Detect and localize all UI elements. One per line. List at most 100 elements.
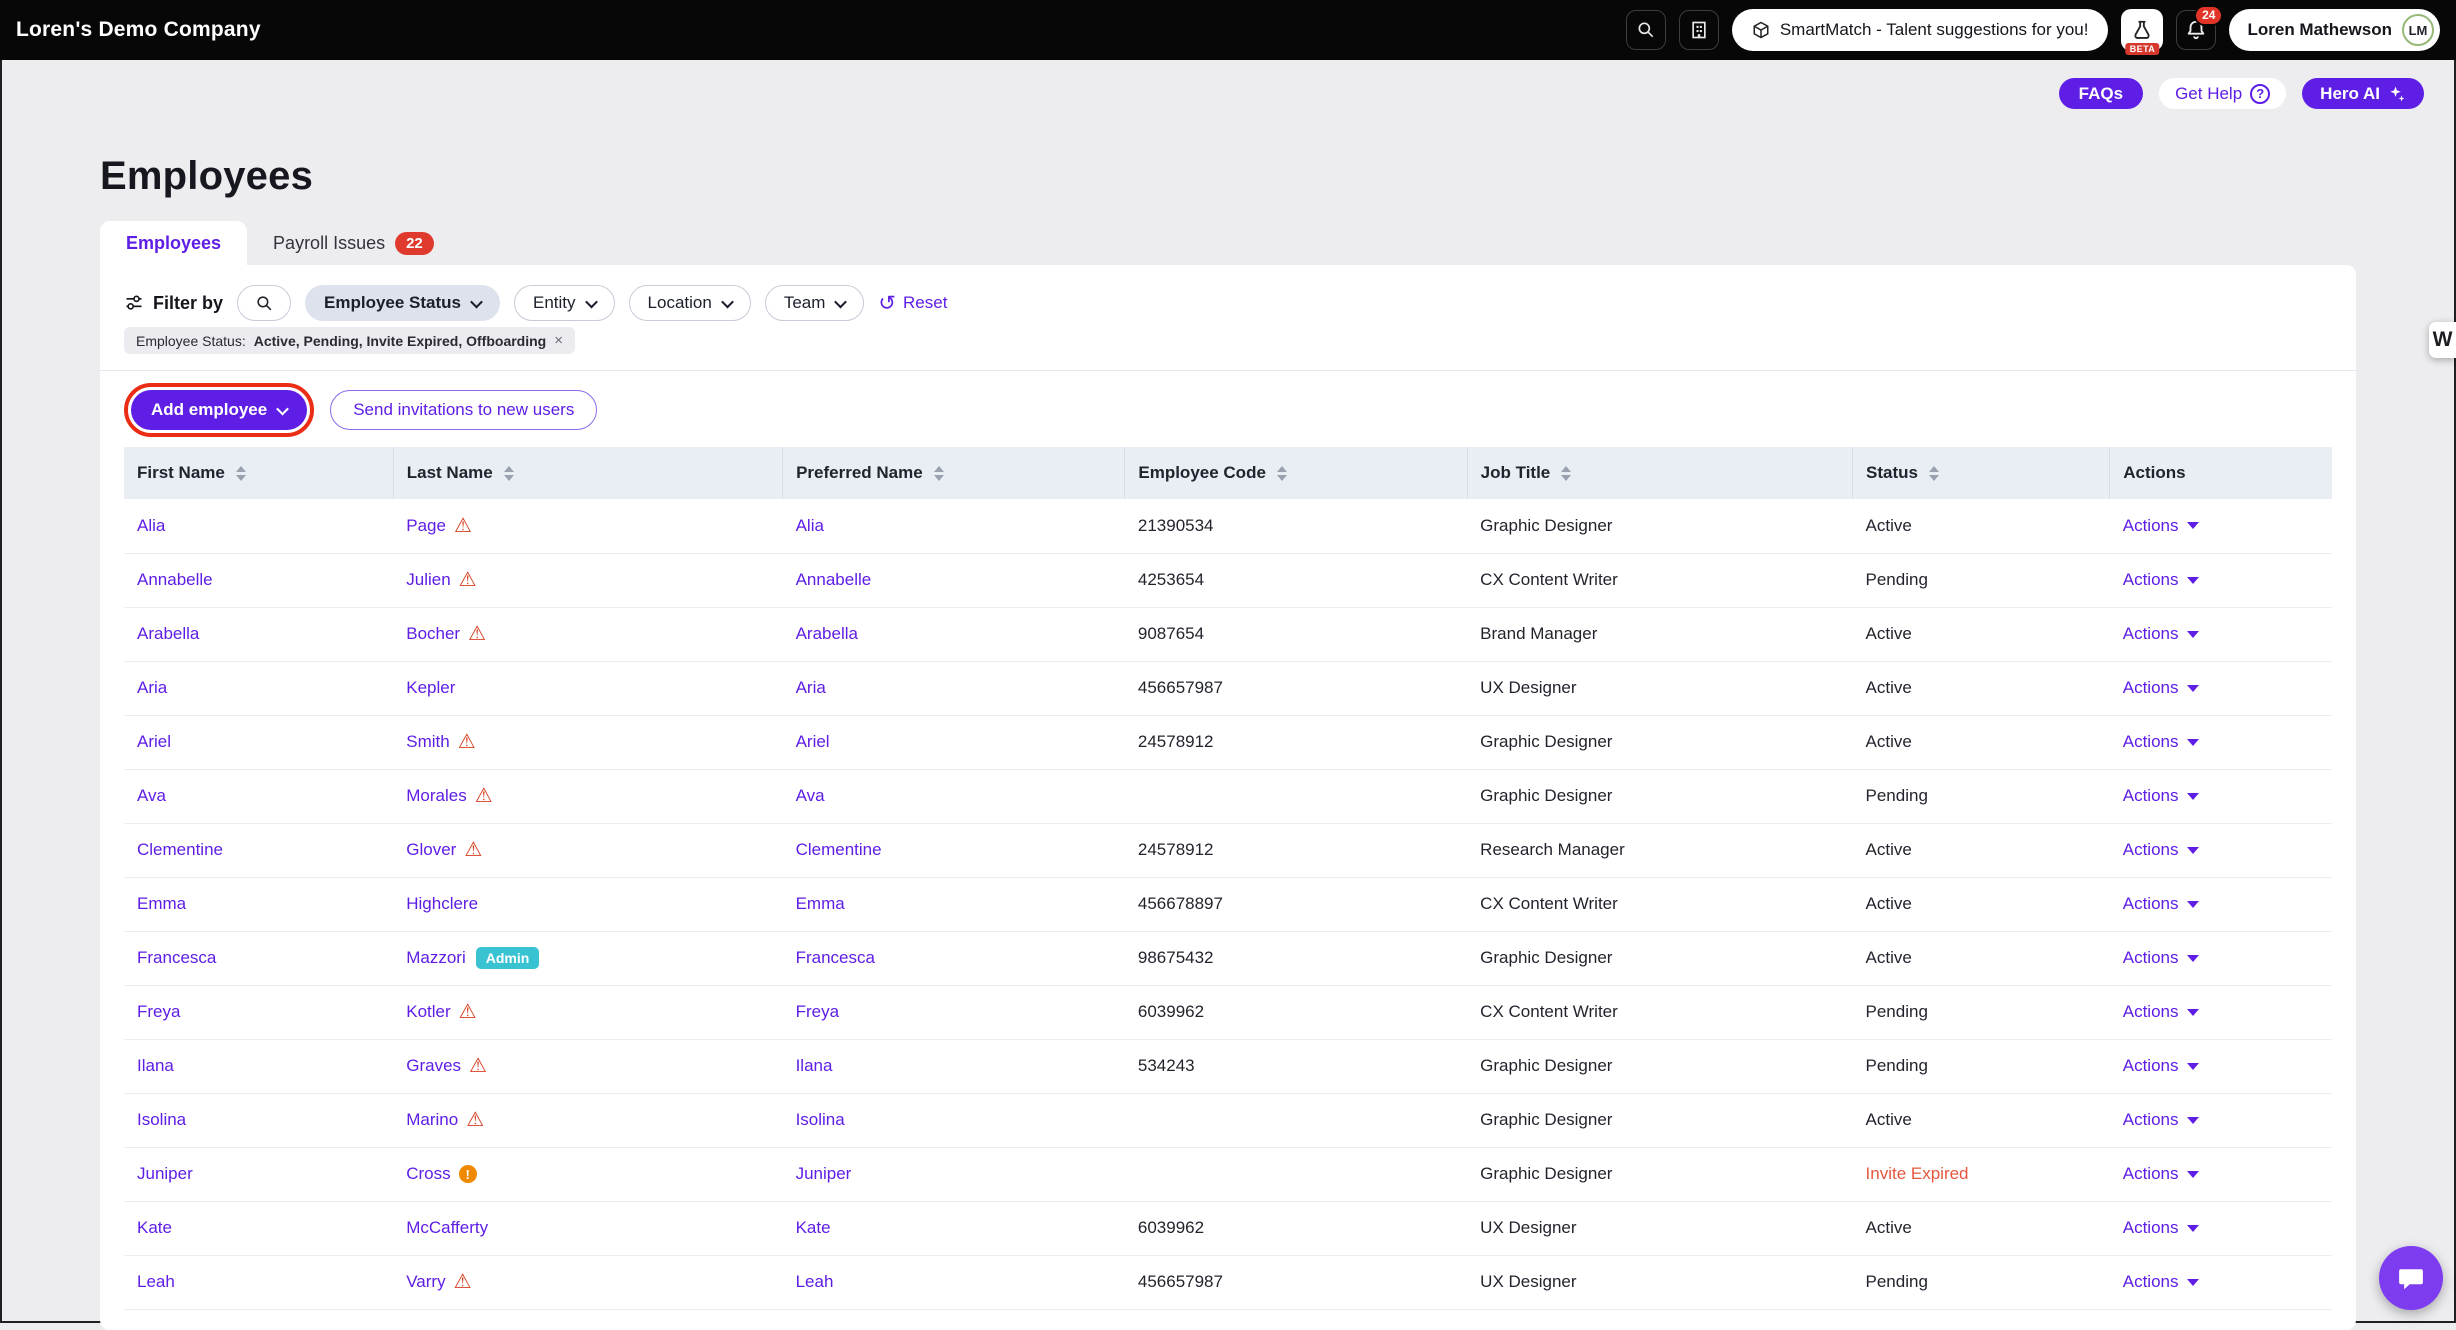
last-name-link[interactable]: Morales bbox=[406, 786, 466, 806]
first-name-link[interactable]: Clementine bbox=[137, 840, 223, 859]
row-actions-button[interactable]: Actions bbox=[2123, 786, 2200, 806]
chat-widget-button[interactable] bbox=[2379, 1246, 2443, 1310]
global-search-button[interactable] bbox=[1626, 10, 1666, 50]
last-name-link[interactable]: McCafferty bbox=[406, 1218, 488, 1238]
smartmatch-button[interactable]: SmartMatch - Talent suggestions for you! bbox=[1732, 9, 2109, 51]
first-name-link[interactable]: Ilana bbox=[137, 1056, 174, 1075]
first-name-link[interactable]: Emma bbox=[137, 894, 186, 913]
preferred-name-link[interactable]: Kate bbox=[796, 1218, 831, 1237]
job-title-cell: Graphic Designer bbox=[1467, 1039, 1852, 1093]
first-name-link[interactable]: Francesca bbox=[137, 948, 216, 967]
first-name-link[interactable]: Ava bbox=[137, 786, 166, 805]
preferred-name-link[interactable]: Ariel bbox=[796, 732, 830, 751]
add-employee-button[interactable]: Add employee bbox=[131, 390, 307, 430]
first-name-link[interactable]: Isolina bbox=[137, 1110, 186, 1129]
preferred-name-link[interactable]: Leah bbox=[796, 1272, 834, 1291]
preferred-name-link[interactable]: Emma bbox=[796, 894, 845, 913]
whats-new-tab[interactable]: W bbox=[2429, 322, 2456, 358]
row-actions-button[interactable]: Actions bbox=[2123, 678, 2200, 698]
preferred-name-link[interactable]: Alia bbox=[796, 516, 824, 535]
sort-icon[interactable] bbox=[1561, 466, 1571, 481]
last-name-link[interactable]: Julien bbox=[406, 570, 450, 590]
first-name-link[interactable]: Alia bbox=[137, 516, 165, 535]
tab-payroll-issues[interactable]: Payroll Issues 22 bbox=[247, 221, 460, 265]
last-name-link[interactable]: Marino bbox=[406, 1110, 458, 1130]
last-name-link[interactable]: Kepler bbox=[406, 678, 455, 698]
last-name-link[interactable]: Cross bbox=[406, 1164, 450, 1184]
row-actions-button[interactable]: Actions bbox=[2123, 894, 2200, 914]
row-actions-button[interactable]: Actions bbox=[2123, 948, 2200, 968]
row-actions-button[interactable]: Actions bbox=[2123, 1110, 2200, 1130]
last-name-link[interactable]: Page bbox=[406, 516, 446, 536]
get-help-button[interactable]: Get Help ? bbox=[2159, 78, 2286, 109]
beta-lab-button[interactable]: BETA bbox=[2121, 9, 2163, 51]
reset-filters-button[interactable]: ↺ Reset bbox=[878, 293, 947, 314]
row-actions-button[interactable]: Actions bbox=[2123, 516, 2200, 536]
chevron-down-icon bbox=[835, 295, 848, 308]
column-header[interactable]: Employee Code bbox=[1125, 447, 1467, 499]
column-header[interactable]: Status bbox=[1853, 447, 2110, 499]
first-name-link[interactable]: Arabella bbox=[137, 624, 199, 643]
faqs-button[interactable]: FAQs bbox=[2059, 78, 2143, 109]
row-actions-button[interactable]: Actions bbox=[2123, 840, 2200, 860]
column-header[interactable]: Last Name bbox=[393, 447, 782, 499]
preferred-name-link[interactable]: Aria bbox=[796, 678, 826, 697]
search-icon bbox=[255, 294, 274, 313]
tab-employees[interactable]: Employees bbox=[100, 221, 247, 265]
status-cell: Active bbox=[1853, 877, 2110, 931]
preferred-name-link[interactable]: Ava bbox=[796, 786, 825, 805]
last-name-link[interactable]: Glover bbox=[406, 840, 456, 860]
send-invitations-button[interactable]: Send invitations to new users bbox=[330, 390, 597, 430]
sort-icon[interactable] bbox=[1277, 466, 1287, 481]
employee-code-cell: 9087654 bbox=[1125, 607, 1467, 661]
row-actions-button[interactable]: Actions bbox=[2123, 732, 2200, 752]
preferred-name-link[interactable]: Francesca bbox=[796, 948, 875, 967]
first-name-link[interactable]: Kate bbox=[137, 1218, 172, 1237]
hero-ai-button[interactable]: Hero AI bbox=[2302, 78, 2424, 109]
row-actions-button[interactable]: Actions bbox=[2123, 624, 2200, 644]
filter-location[interactable]: Location bbox=[629, 285, 751, 321]
organisation-button[interactable] bbox=[1679, 10, 1719, 50]
preferred-name-link[interactable]: Ilana bbox=[796, 1056, 833, 1075]
preferred-name-link[interactable]: Juniper bbox=[796, 1164, 852, 1183]
first-name-link[interactable]: Ariel bbox=[137, 732, 171, 751]
sort-icon[interactable] bbox=[934, 466, 944, 481]
last-name-link[interactable]: Graves bbox=[406, 1056, 461, 1076]
filter-entity[interactable]: Entity bbox=[514, 285, 615, 321]
filter-search-button[interactable] bbox=[237, 285, 291, 321]
row-actions-button[interactable]: Actions bbox=[2123, 1056, 2200, 1076]
first-name-link[interactable]: Aria bbox=[137, 678, 167, 697]
last-name-link[interactable]: Varry bbox=[406, 1272, 445, 1292]
sort-icon[interactable] bbox=[504, 466, 514, 481]
column-header[interactable]: First Name bbox=[124, 447, 393, 499]
close-icon[interactable]: × bbox=[554, 332, 563, 349]
sort-icon[interactable] bbox=[236, 466, 246, 481]
column-header[interactable]: Job Title bbox=[1467, 447, 1852, 499]
first-name-link[interactable]: Leah bbox=[137, 1272, 175, 1291]
preferred-name-link[interactable]: Arabella bbox=[796, 624, 858, 643]
last-name-link[interactable]: Highclere bbox=[406, 894, 478, 914]
filter-employee-status[interactable]: Employee Status bbox=[305, 285, 500, 321]
preferred-name-link[interactable]: Freya bbox=[796, 1002, 839, 1021]
row-actions-button[interactable]: Actions bbox=[2123, 1164, 2200, 1184]
row-actions-button[interactable]: Actions bbox=[2123, 1002, 2200, 1022]
last-name-link[interactable]: Smith bbox=[406, 732, 449, 752]
job-title-cell: UX Designer bbox=[1467, 1201, 1852, 1255]
first-name-link[interactable]: Freya bbox=[137, 1002, 180, 1021]
last-name-link[interactable]: Kotler bbox=[406, 1002, 450, 1022]
column-header[interactable]: Preferred Name bbox=[783, 447, 1125, 499]
sort-icon[interactable] bbox=[1929, 466, 1939, 481]
first-name-link[interactable]: Annabelle bbox=[137, 570, 213, 589]
last-name-link[interactable]: Bocher bbox=[406, 624, 460, 644]
filter-team[interactable]: Team bbox=[765, 285, 865, 321]
preferred-name-link[interactable]: Annabelle bbox=[796, 570, 872, 589]
preferred-name-link[interactable]: Isolina bbox=[796, 1110, 845, 1129]
notifications-button[interactable]: 24 bbox=[2176, 10, 2216, 50]
first-name-link[interactable]: Juniper bbox=[137, 1164, 193, 1183]
preferred-name-link[interactable]: Clementine bbox=[796, 840, 882, 859]
row-actions-button[interactable]: Actions bbox=[2123, 1218, 2200, 1238]
user-menu[interactable]: Loren Mathewson LM bbox=[2229, 9, 2440, 51]
last-name-link[interactable]: Mazzori bbox=[406, 948, 466, 968]
row-actions-button[interactable]: Actions bbox=[2123, 1272, 2200, 1292]
row-actions-button[interactable]: Actions bbox=[2123, 570, 2200, 590]
